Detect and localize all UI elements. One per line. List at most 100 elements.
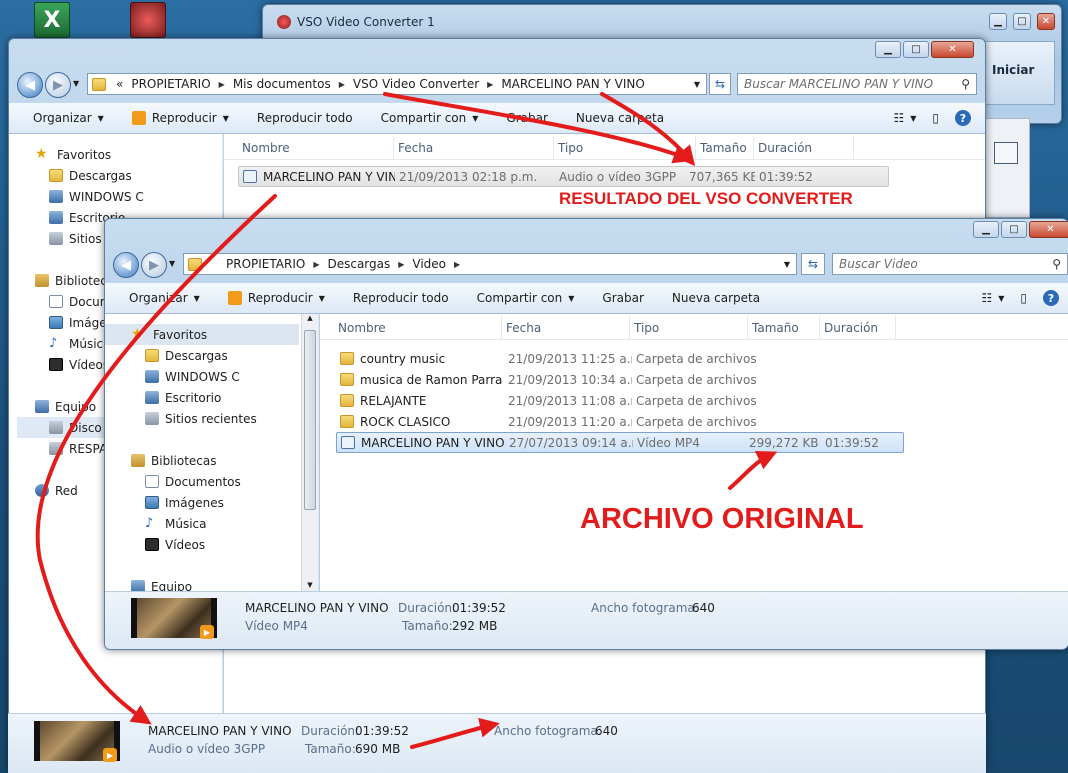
chevron-right-icon[interactable]: ▶ [487, 80, 493, 89]
help-icon[interactable]: ? [947, 110, 985, 126]
maximize-button[interactable]: □ [903, 41, 929, 58]
nav-favorites[interactable]: ★ Favoritos [105, 324, 299, 345]
preview-pane-icon[interactable]: ▯ [924, 111, 947, 125]
help-icon[interactable]: ? [1035, 290, 1068, 306]
folder-row[interactable]: RELAJANTE 21/09/2013 11:08 a.m. Carpeta … [336, 390, 906, 411]
excel-icon[interactable]: X [34, 2, 70, 38]
view-options-icon[interactable]: ☷ ▼ [973, 291, 1012, 305]
address-bar[interactable]: PROPIETARIO ▶ Descargas ▶ Video ▶ ▼ [183, 253, 797, 275]
scroll-up-icon[interactable]: ▲ [302, 314, 318, 328]
column-date[interactable]: Fecha [394, 136, 554, 159]
forward-button[interactable]: ▶ [45, 72, 71, 98]
nav-computer[interactable]: Equipo [105, 576, 318, 591]
address-dropdown-icon[interactable]: ▼ [694, 80, 700, 89]
minimize-button[interactable]: ▁ [973, 221, 999, 238]
organize-menu[interactable]: Organizar ▼ [105, 291, 214, 305]
scroll-thumb[interactable] [304, 330, 316, 510]
desktop-icon [145, 391, 159, 404]
vso-output-icon[interactable] [994, 142, 1018, 164]
back-button[interactable]: ◀ [17, 72, 43, 98]
breadcrumb-item[interactable]: VSO Video Converter [353, 77, 479, 91]
close-button[interactable]: ✕ [931, 41, 974, 58]
nav-desktop[interactable]: Escritorio [105, 387, 318, 408]
nav-documents[interactable]: Documentos [105, 471, 318, 492]
folder-icon [340, 415, 354, 428]
file-row[interactable]: MARCELINO PAN Y VINO 27/07/2013 09:14 a.… [336, 432, 904, 453]
details-name: MARCELINO PAN Y VINO [148, 724, 292, 738]
video-converter-icon[interactable] [130, 2, 166, 38]
play-button[interactable]: Reproducir ▼ [214, 291, 339, 305]
minimize-button[interactable]: ▁ [875, 41, 901, 58]
nav-downloads[interactable]: Descargas [105, 345, 318, 366]
column-size[interactable]: Tamaño [696, 136, 754, 159]
maximize-button[interactable]: □ [1001, 221, 1027, 238]
column-duration[interactable]: Duración [820, 316, 896, 339]
nav-libraries[interactable]: Bibliotecas [105, 450, 318, 471]
breadcrumb-overflow[interactable]: « [116, 77, 123, 91]
new-folder-button[interactable]: Nueva carpeta [562, 111, 678, 125]
file-row[interactable]: MARCELINO PAN Y VINO 21/09/2013 02:18 p.… [238, 166, 889, 187]
history-dropdown[interactable]: ▼ [169, 259, 175, 268]
play-button[interactable]: Reproducir ▼ [118, 111, 243, 125]
chevron-right-icon[interactable]: ▶ [313, 260, 319, 269]
breadcrumb-item[interactable]: PROPIETARIO [131, 77, 210, 91]
scroll-down-icon[interactable]: ▼ [302, 581, 318, 589]
close-button[interactable]: ✕ [1029, 221, 1068, 238]
nav-music[interactable]: ♪ Música [105, 513, 318, 534]
burn-button[interactable]: Grabar [492, 111, 562, 125]
play-all-button[interactable]: Reproducir todo [243, 111, 367, 125]
forward-button[interactable]: ▶ [141, 252, 167, 278]
breadcrumb-item[interactable]: MARCELINO PAN Y VINO [501, 77, 645, 91]
search-input[interactable]: Buscar Video ⚲ [832, 253, 1068, 275]
column-type[interactable]: Tipo [554, 136, 696, 159]
nav-pictures[interactable]: Imágenes [105, 492, 318, 513]
details-frame-width-label: Ancho fotograma: [591, 601, 699, 615]
nav-windows-c[interactable]: WINDOWS C [35, 186, 222, 207]
preview-pane-icon[interactable]: ▯ [1012, 291, 1035, 305]
column-name[interactable]: Nombre [224, 136, 394, 159]
breadcrumb-item[interactable]: Video [412, 257, 446, 271]
column-name[interactable]: Nombre [320, 316, 502, 339]
breadcrumb-item[interactable]: PROPIETARIO [226, 257, 305, 271]
search-icon[interactable]: ⚲ [1052, 257, 1061, 271]
view-options-icon[interactable]: ☷ ▼ [885, 111, 924, 125]
refresh-icon[interactable]: ⇆ [801, 253, 825, 275]
vso-start-button[interactable]: Iniciar [992, 63, 1034, 77]
chevron-right-icon[interactable]: ▶ [398, 260, 404, 269]
search-icon[interactable]: ⚲ [961, 77, 970, 91]
folder-row[interactable]: ROCK CLASICO 21/09/2013 11:20 a.m. Carpe… [336, 411, 906, 432]
chevron-right-icon[interactable]: ▶ [454, 260, 460, 269]
address-bar[interactable]: « PROPIETARIO ▶ Mis documentos ▶ VSO Video… [87, 73, 707, 95]
new-folder-button[interactable]: Nueva carpeta [658, 291, 774, 305]
column-date[interactable]: Fecha [502, 316, 630, 339]
nav-videos[interactable]: Vídeos [105, 534, 318, 555]
downloads-folder-icon [145, 349, 159, 362]
chevron-right-icon[interactable]: ▶ [219, 80, 225, 89]
nav-recent-places[interactable]: Sitios recientes [105, 408, 318, 429]
nav-downloads[interactable]: Descargas [35, 165, 222, 186]
column-duration[interactable]: Duración [754, 136, 854, 159]
vso-minimize-button[interactable]: ▁ [989, 13, 1007, 30]
breadcrumb-item[interactable]: Descargas [327, 257, 390, 271]
nav-favorites[interactable]: ★ Favoritos [35, 144, 222, 165]
nav-scrollbar[interactable]: ▲ ▼ [301, 314, 318, 591]
back-button[interactable]: ◀ [113, 252, 139, 278]
folder-row[interactable]: country music 21/09/2013 11:25 a.m. Carp… [336, 348, 906, 369]
vso-close-button[interactable]: ✕ [1037, 13, 1055, 30]
search-input[interactable]: Buscar MARCELINO PAN Y VINO ⚲ [737, 73, 977, 95]
nav-windows-c[interactable]: WINDOWS C [105, 366, 318, 387]
chevron-right-icon[interactable]: ▶ [339, 80, 345, 89]
refresh-icon[interactable]: ⇆ [709, 73, 731, 95]
column-type[interactable]: Tipo [630, 316, 748, 339]
folder-row[interactable]: musica de Ramon Parra 21/09/2013 10:34 a… [336, 369, 906, 390]
column-size[interactable]: Tamaño [748, 316, 820, 339]
share-menu[interactable]: Compartir con ▼ [463, 291, 589, 305]
address-dropdown-icon[interactable]: ▼ [784, 260, 790, 269]
vso-maximize-button[interactable]: □ [1013, 13, 1031, 30]
organize-menu[interactable]: Organizar ▼ [9, 111, 118, 125]
history-dropdown[interactable]: ▼ [73, 79, 79, 88]
breadcrumb-item[interactable]: Mis documentos [233, 77, 331, 91]
share-menu[interactable]: Compartir con ▼ [367, 111, 493, 125]
burn-button[interactable]: Grabar [588, 291, 658, 305]
play-all-button[interactable]: Reproducir todo [339, 291, 463, 305]
